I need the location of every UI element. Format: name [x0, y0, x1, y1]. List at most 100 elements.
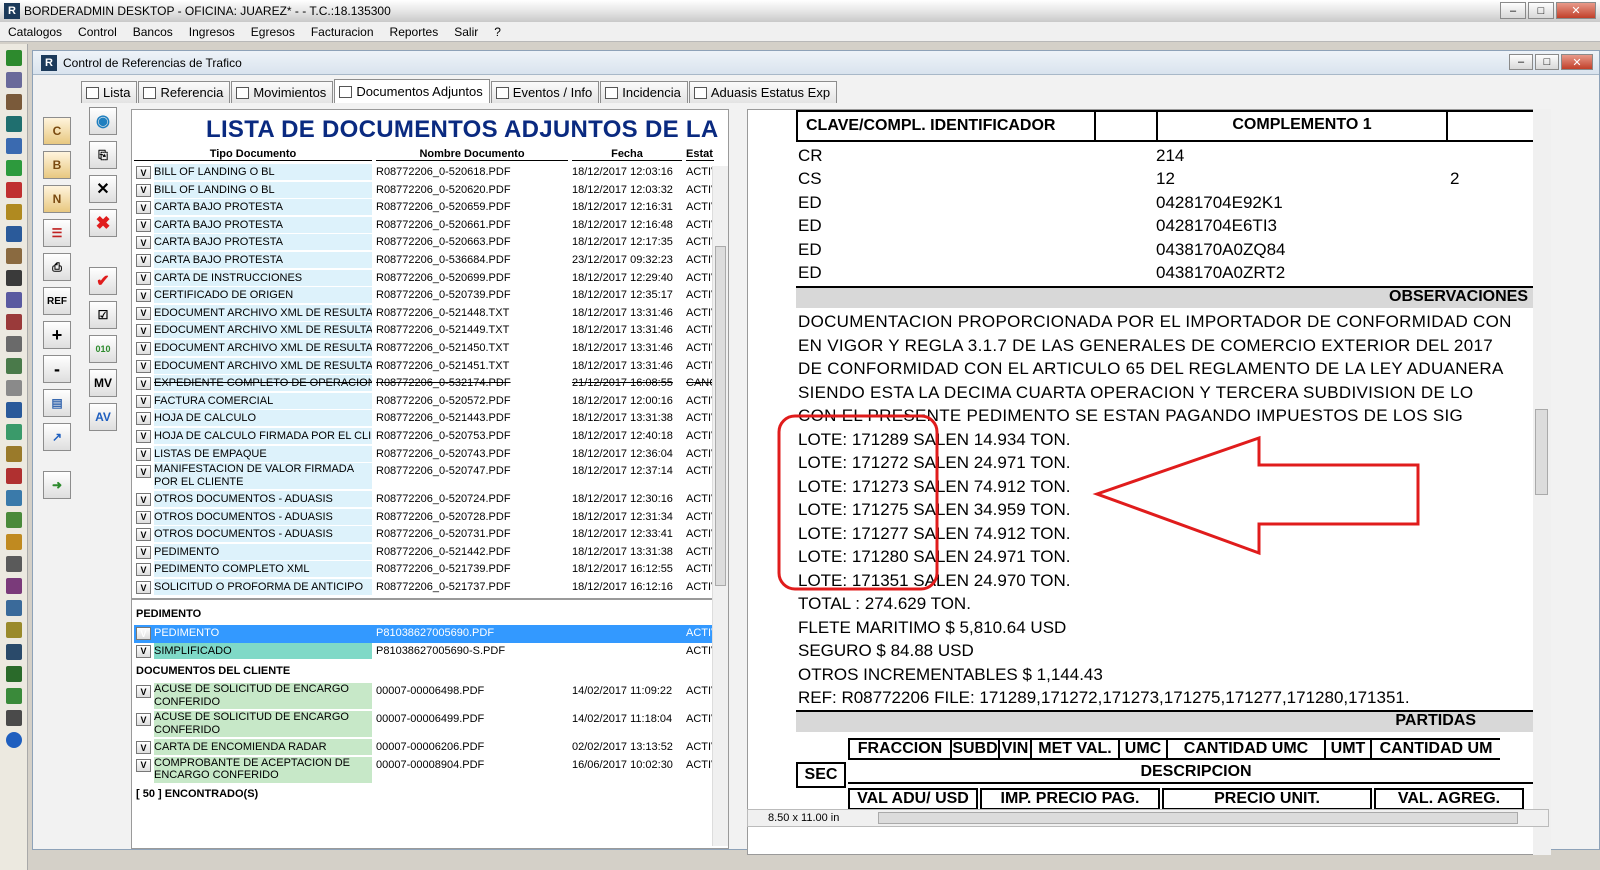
balance-icon[interactable]: [6, 688, 22, 704]
clover-icon[interactable]: [6, 666, 22, 682]
export-icon[interactable]: ↗: [43, 423, 71, 451]
view-button[interactable]: V: [136, 758, 151, 772]
view-button[interactable]: V: [136, 341, 151, 355]
hierarchy-icon[interactable]: [6, 424, 22, 440]
tab-documentos-adjuntos[interactable]: Documentos Adjuntos: [334, 79, 490, 103]
column-header-estatus[interactable]: Estat: [686, 148, 714, 161]
column-header-tipo[interactable]: Tipo Documento: [134, 148, 372, 161]
table-row[interactable]: VSIMPLIFICADOP81038627005690-S.PDFACTIVO: [134, 642, 716, 661]
column-header-fecha[interactable]: Fecha: [572, 148, 682, 161]
preview-scrollbar[interactable]: [1533, 109, 1551, 855]
preview-icon[interactable]: ▤: [43, 389, 71, 417]
menu-reportes[interactable]: Reportes: [382, 25, 447, 39]
printer-icon[interactable]: ⎙: [43, 253, 71, 281]
table-row[interactable]: V LISTAS DE EMPAQUE R08772206_0-520743.PDF…: [134, 445, 716, 464]
child-maximize-button[interactable]: □: [1535, 54, 1559, 70]
grid-icon[interactable]: [6, 204, 22, 220]
view-button[interactable]: V: [136, 201, 151, 215]
table-row[interactable]: V OTROS DOCUMENTOS - ADUASIS R08772206_0-5…: [134, 508, 716, 527]
view-button[interactable]: V: [136, 493, 151, 507]
list-icon[interactable]: [6, 490, 22, 506]
view-button[interactable]: V: [136, 545, 151, 559]
table-row[interactable]: V MANIFESTACION DE VALOR FIRMADA POR EL C…: [134, 463, 716, 491]
menu-ingresos[interactable]: Ingresos: [181, 25, 243, 39]
folder-icon[interactable]: [6, 314, 22, 330]
c-button[interactable]: C: [43, 117, 71, 145]
tab-aduasis-estatus[interactable]: Aduasis Estatus Exp: [688, 81, 838, 103]
document-search-icon[interactable]: [6, 138, 22, 154]
table-row[interactable]: V EXPEDIENTE COMPLETO DE OPERACION R087722…: [134, 375, 716, 393]
form-icon[interactable]: ☰: [43, 219, 71, 247]
table-row[interactable]: V HOJA DE CALCULO R08772206_0-521443.PDF 18…: [134, 410, 716, 428]
table-row[interactable]: V FACTURA COMERCIAL R08772206_0-520572.PDF…: [134, 392, 716, 411]
gear-icon[interactable]: [6, 446, 22, 462]
database-icon[interactable]: [6, 380, 22, 396]
mv-button[interactable]: MV: [89, 369, 117, 397]
view-button[interactable]: V: [136, 183, 151, 197]
person-icon[interactable]: [6, 94, 22, 110]
table-row[interactable]: V OTROS DOCUMENTOS - ADUASIS R08772206_0-5…: [134, 491, 716, 509]
view-button[interactable]: V: [136, 510, 151, 524]
table-row[interactable]: V CARTA BAJO PROTESTA R08772206_0-520663.P…: [134, 234, 716, 252]
pen-icon[interactable]: [6, 182, 22, 198]
ref-button[interactable]: REF: [43, 287, 71, 315]
table-row[interactable]: V PEDIMENTO R08772206_0-521442.PDF 18/12/20…: [134, 543, 716, 562]
remove-button[interactable]: -: [43, 355, 71, 383]
table-row[interactable]: V BILL OF LANDING O BL R08772206_0-520618.…: [134, 164, 716, 182]
tab-eventos-info[interactable]: Eventos / Info: [490, 81, 600, 103]
view-button[interactable]: V: [136, 271, 151, 285]
table-row[interactable]: V CARTA DE ENCOMIENDA RADAR 00007-00006206…: [134, 739, 716, 757]
table-row[interactable]: V OTROS DOCUMENTOS - ADUASIS R08772206_0-5…: [134, 526, 716, 544]
preview-horizontal-scrollbar[interactable]: [878, 812, 1518, 824]
table-row[interactable]: V CARTA BAJO PROTESTA R08772206_0-536684.P…: [134, 251, 716, 270]
child-close-button[interactable]: ✕: [1561, 54, 1593, 70]
key-icon[interactable]: [6, 622, 22, 638]
tab-lista[interactable]: Lista: [81, 81, 138, 103]
view-button[interactable]: V: [136, 429, 151, 443]
box-icon[interactable]: [6, 292, 22, 308]
table-row[interactable]: V ACUSE DE SOLICITUD DE ENCARGO CONFERIDO…: [134, 711, 716, 739]
minimize-button[interactable]: –: [1500, 2, 1526, 19]
ledger-icon[interactable]: [6, 512, 22, 528]
report-icon[interactable]: [6, 468, 22, 484]
table-row[interactable]: V ACUSE DE SOLICITUD DE ENCARGO CONFERIDO…: [134, 683, 716, 711]
view-button[interactable]: V: [136, 447, 151, 461]
view-button[interactable]: V: [136, 394, 151, 408]
document-list-scrollbar[interactable]: [712, 166, 728, 846]
view-button[interactable]: V: [136, 218, 151, 232]
child-minimize-button[interactable]: –: [1509, 54, 1533, 70]
scanner-icon[interactable]: ⎘: [89, 141, 117, 169]
view-button[interactable]: V: [136, 581, 151, 595]
flask-icon[interactable]: [6, 160, 22, 176]
view-button[interactable]: V: [136, 236, 151, 250]
tab-referencia[interactable]: Referencia: [138, 81, 231, 103]
table-row[interactable]: V COMPROBANTE DE ACEPTACION DE ENCARGO CO…: [134, 756, 716, 785]
table-row[interactable]: V EDOCUMENT ARCHIVO XML DE RESULTADO R0877…: [134, 357, 716, 376]
table-row[interactable]: V SOLICITUD O PROFORMA DE ANTICIPO R087722…: [134, 579, 716, 597]
table-row[interactable]: V PEDIMENTO COMPLETO XML R08772206_0-52173…: [134, 561, 716, 579]
chart-icon[interactable]: [6, 358, 22, 374]
table-row[interactable]: VPEDIMENTOP81038627005690.PDFACTIVO: [134, 625, 716, 643]
money-bag-icon[interactable]: [6, 50, 22, 66]
view-button[interactable]: V: [136, 253, 151, 267]
scroll-thumb[interactable]: [715, 246, 726, 586]
wrench-icon[interactable]: [6, 248, 22, 264]
info-icon[interactable]: [6, 732, 22, 748]
view-button[interactable]: V: [136, 563, 151, 577]
menu-salir[interactable]: Salir: [446, 25, 486, 39]
column-header-nombre[interactable]: Nombre Documento: [376, 148, 568, 161]
formula-icon[interactable]: [6, 72, 22, 88]
truck-icon[interactable]: [6, 336, 22, 352]
tab-movimientos[interactable]: Movimientos: [231, 81, 334, 103]
view-button[interactable]: V: [136, 306, 151, 320]
spreadsheet-icon[interactable]: [6, 600, 22, 616]
checkbox-icon[interactable]: ☑: [89, 301, 117, 329]
calculator-icon[interactable]: [6, 116, 22, 132]
view-button[interactable]: V: [136, 359, 151, 373]
view-button[interactable]: V: [136, 166, 151, 179]
table-row[interactable]: V CARTA BAJO PROTESTA R08772206_0-520659.P…: [134, 199, 716, 217]
table-row[interactable]: V EDOCUMENT ARCHIVO XML DE RESULTADO R0877…: [134, 339, 716, 358]
network-icon[interactable]: [6, 226, 22, 242]
table-row[interactable]: V EDOCUMENT ARCHIVO XML DE RESULTADO R0877…: [134, 322, 716, 340]
delete-icon[interactable]: ✖: [89, 209, 117, 237]
